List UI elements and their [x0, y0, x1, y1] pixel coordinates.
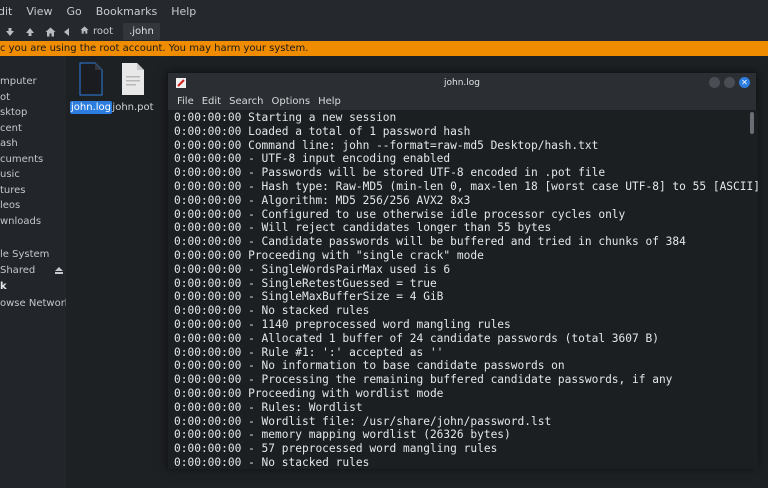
scrollbar-thumb[interactable] — [750, 112, 754, 134]
menu-edit[interactable]: Edit — [202, 96, 221, 107]
sidebar-item-videos[interactable]: leos — [0, 200, 20, 211]
home-icon — [80, 26, 89, 37]
window-title: john.log — [444, 78, 480, 88]
document-icon — [122, 63, 144, 95]
breadcrumb-label: .john — [129, 26, 154, 37]
breadcrumb-john[interactable]: .john — [123, 23, 160, 40]
log-content[interactable]: 0:00:00:00 Starting a new session 0:00:00… — [168, 110, 758, 469]
home-icon[interactable] — [40, 22, 60, 41]
log-line: 0:00:00:00 - 1140 preprocessed word mang… — [174, 317, 511, 331]
log-line: 0:00:00:00 - Allocated 1 buffer of 24 ca… — [174, 331, 659, 345]
file-item-john-pot[interactable]: john.pot — [112, 62, 154, 114]
breadcrumb-label: root — [93, 26, 114, 37]
menu-view[interactable]: View — [26, 5, 52, 18]
log-line: 0:00:00:00 - SingleMaxBufferSize = 4 GiB — [174, 290, 444, 304]
log-line: 0:00:00:00 - Rules: Wordlist — [174, 400, 363, 414]
sidebar-item-shared[interactable]: Shared — [0, 265, 35, 276]
sidebar-item-browse-network[interactable]: owse Network — [0, 298, 71, 309]
sidebar-item-root[interactable]: ot — [0, 92, 10, 103]
log-line: 0:00:00:00 Proceeding with "single crack… — [174, 248, 484, 262]
window-menubar: File Edit Search Options Help — [168, 93, 756, 110]
maximize-button[interactable] — [724, 77, 735, 88]
log-line: 0:00:00:00 - Candidate passwords will be… — [174, 235, 686, 249]
eject-icon[interactable] — [55, 267, 63, 276]
log-line: 0:00:00:00 - SingleWordsPairMax used is … — [174, 262, 451, 276]
down-arrow-icon[interactable] — [0, 22, 20, 41]
menu-file[interactable]: File — [177, 96, 194, 107]
log-line: 0:00:00:00 - UTF-8 input encoding enable… — [174, 152, 451, 166]
log-line: 0:00:00:00 - Algorithm: MD5 256/256 AVX2… — [174, 193, 471, 207]
close-button[interactable]: ✕ — [739, 77, 750, 88]
warning-text: c you are using the root account. You ma… — [0, 43, 309, 54]
menu-options[interactable]: Options — [271, 96, 310, 107]
breadcrumb-root[interactable]: root — [74, 23, 119, 40]
menu-help[interactable]: Help — [171, 5, 196, 18]
log-line: 0:00:00:00 - No information to base cand… — [174, 359, 565, 373]
log-line: 0:00:00:00 Command line: john --format=r… — [174, 138, 599, 152]
log-text: 0:00:00:00 Starting a new session 0:00:00… — [174, 111, 758, 469]
log-line: 0:00:00:00 - Rule #1: ':' accepted as '' — [174, 345, 444, 359]
sidebar: mputer ot sktop cent ash cuments usic tu… — [0, 56, 71, 488]
chevron-left-icon[interactable] — [60, 22, 74, 41]
menu-search[interactable]: Search — [229, 96, 263, 107]
up-arrow-icon[interactable] — [20, 22, 40, 41]
file-name: john.log — [70, 101, 112, 114]
sidebar-item-documents[interactable]: cuments — [0, 154, 43, 165]
sidebar-item-file-system[interactable]: le System — [0, 249, 49, 260]
app-icon — [176, 78, 186, 88]
log-line: 0:00:00:00 - Passwords will be stored UT… — [174, 166, 606, 180]
log-line: 0:00:00:00 - No stacked rules — [174, 455, 370, 469]
root-warning-bar: c you are using the root account. You ma… — [0, 41, 768, 56]
menu-help[interactable]: Help — [318, 96, 341, 107]
log-line: 0:00:00:00 - Configured to use otherwise… — [174, 207, 626, 221]
file-name: john.pot — [112, 102, 154, 113]
log-line: 0:00:00:00 - 57 preprocessed word mangli… — [174, 442, 498, 456]
menu-bookmarks[interactable]: Bookmarks — [96, 5, 157, 18]
sidebar-item-computer[interactable]: mputer — [0, 76, 37, 87]
log-line: 0:00:00:00 Proceeding with wordlist mode — [174, 386, 444, 400]
sidebar-item-trash[interactable]: ash — [0, 138, 18, 149]
log-line: 0:00:00:00 - Hash type: Raw-MD5 (min-len… — [174, 179, 758, 193]
log-viewer-window: john.log ✕ File Edit Search Options Help… — [167, 72, 758, 469]
file-manager-toolbar: root .john — [0, 22, 768, 41]
log-line: 0:00:00:00 - SingleRetestGuessed = true — [174, 276, 437, 290]
sidebar-item-desktop[interactable]: sktop — [0, 107, 27, 118]
log-line: 0:00:00:00 Loaded a total of 1 password … — [174, 124, 471, 138]
file-manager-menubar: dit View Go Bookmarks Help — [0, 0, 768, 22]
window-titlebar[interactable]: john.log ✕ — [168, 73, 756, 93]
file-item-john-log[interactable]: john.log — [70, 62, 112, 114]
log-line: 0:00:00:00 - No stacked rules — [174, 304, 370, 318]
sidebar-header-network: k — [0, 281, 7, 292]
menu-edit[interactable]: dit — [0, 5, 12, 18]
sidebar-item-recent[interactable]: cent — [0, 123, 22, 134]
log-line: 0:00:00:00 - Will reject candidates long… — [174, 221, 552, 235]
log-line: 0:00:00:00 Starting a new session — [174, 111, 397, 124]
sidebar-item-pictures[interactable]: tures — [0, 185, 26, 196]
log-line: 0:00:00:00 - memory mapping wordlist (26… — [174, 428, 511, 442]
minimize-button[interactable] — [709, 77, 720, 88]
sidebar-item-downloads[interactable]: wnloads — [0, 216, 41, 227]
log-line: 0:00:00:00 - Wordlist file: /usr/share/j… — [174, 414, 552, 428]
sidebar-item-music[interactable]: usic — [0, 169, 20, 180]
log-line: 0:00:00:00 - Processing the remaining bu… — [174, 373, 673, 387]
document-icon — [79, 62, 103, 96]
menu-go[interactable]: Go — [66, 5, 81, 18]
